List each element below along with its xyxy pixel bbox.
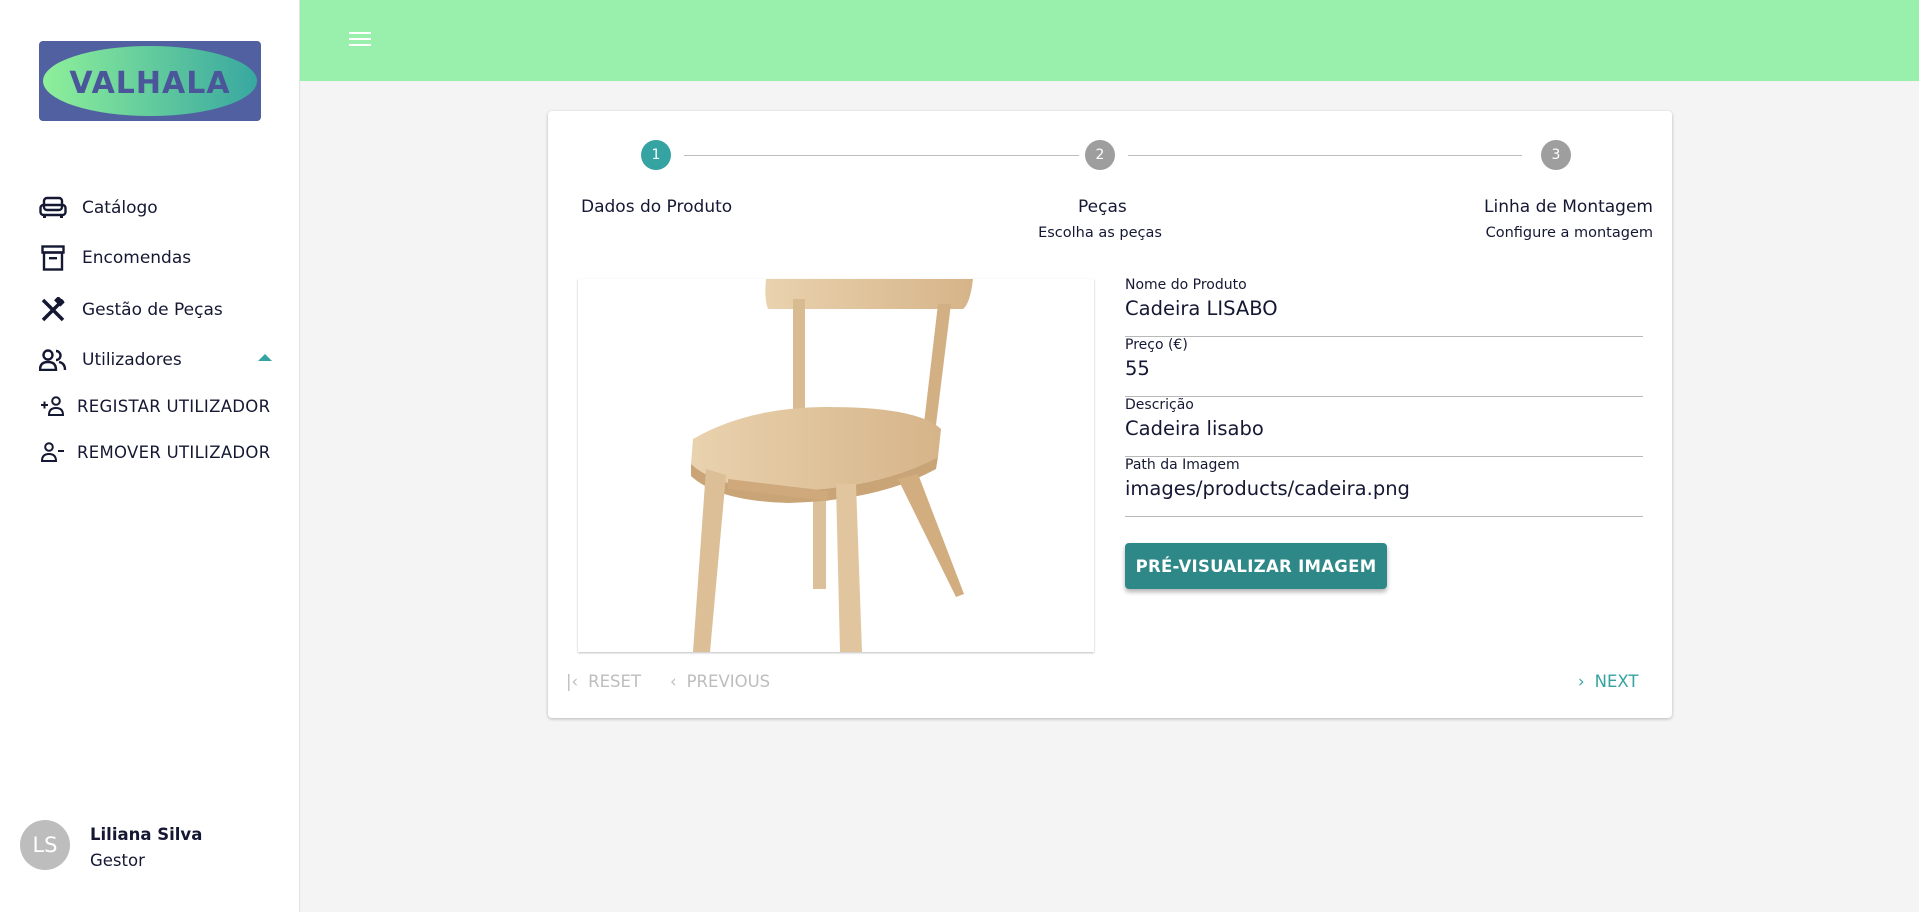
preview-image-button[interactable]: PRÉ-VISUALIZAR IMAGEM	[1125, 543, 1387, 589]
price-input[interactable]	[1125, 357, 1643, 380]
sidebar-item-utilizadores[interactable]: Utilizadores	[38, 345, 182, 375]
product-name-field[interactable]: Nome do Produto	[1125, 277, 1643, 337]
product-name-input[interactable]	[1125, 297, 1643, 320]
sidebar-item-label: Encomendas	[82, 248, 192, 268]
collapse-caret-icon[interactable]	[258, 354, 272, 361]
step-3-label: Linha de Montagem	[1484, 197, 1653, 217]
sidebar-item-label: Gestão de Peças	[82, 300, 223, 320]
sidebar-item-encomendas[interactable]: Encomendas	[38, 243, 191, 273]
user-role: Gestor	[90, 851, 145, 870]
person-add-icon	[40, 396, 70, 416]
previous-button[interactable]: ‹ PREVIOUS	[670, 672, 770, 691]
reset-label: RESET	[588, 672, 642, 691]
step-connector	[1128, 155, 1522, 156]
sidebar-item-remover-utilizador[interactable]: REMOVER UTILIZADOR	[40, 442, 270, 462]
step-3-subtitle: Configure a montagem	[1485, 225, 1653, 241]
previous-label: PREVIOUS	[686, 672, 771, 691]
reset-button[interactable]: |‹ RESET	[566, 672, 641, 691]
valhala-logo[interactable]: VALHALA	[39, 41, 261, 121]
sofa-icon	[38, 193, 68, 223]
archive-icon	[38, 243, 68, 273]
field-label: Descrição	[1125, 397, 1194, 413]
description-field[interactable]: Descrição	[1125, 397, 1643, 457]
image-path-field[interactable]: Path da Imagem	[1125, 457, 1643, 517]
sidebar-item-label: REMOVER UTILIZADOR	[77, 442, 271, 462]
step-1-label: Dados do Produto	[581, 197, 733, 217]
sidebar-item-label: REGISTAR UTILIZADOR	[77, 396, 271, 416]
sidebar-item-catalogo[interactable]: Catálogo	[38, 193, 158, 223]
step-1-indicator[interactable]: 1	[641, 140, 671, 170]
sidebar-item-label: Utilizadores	[82, 350, 182, 370]
sidebar-item-gestao-pecas[interactable]: Gestão de Peças	[38, 295, 223, 325]
svg-text:VALHALA: VALHALA	[69, 66, 230, 101]
step-3-indicator[interactable]: 3	[1541, 140, 1571, 170]
image-path-input[interactable]	[1125, 477, 1643, 500]
description-input[interactable]	[1125, 417, 1643, 440]
step-2-indicator[interactable]: 2	[1085, 140, 1115, 170]
avatar[interactable]: LS	[20, 820, 70, 870]
chevron-left-icon: ‹	[670, 672, 677, 691]
top-app-bar	[300, 0, 1919, 81]
hamburger-icon[interactable]	[349, 32, 371, 48]
field-label: Nome do Produto	[1125, 277, 1247, 293]
step-connector	[684, 155, 1079, 156]
sidebar-item-label: Catálogo	[82, 198, 158, 218]
user-name: Liliana Silva	[90, 825, 203, 844]
field-label: Path da Imagem	[1125, 457, 1240, 473]
first-page-icon: |‹	[566, 672, 579, 691]
chair-image	[691, 279, 973, 652]
step-2-label: Peças	[1078, 197, 1127, 217]
person-remove-icon	[40, 442, 70, 462]
next-label: NEXT	[1594, 672, 1639, 691]
product-image-preview	[578, 279, 1094, 652]
group-icon	[38, 345, 68, 375]
next-button[interactable]: › NEXT	[1578, 672, 1638, 691]
tools-icon	[38, 295, 68, 325]
chevron-right-icon: ›	[1578, 672, 1585, 691]
step-2-subtitle: Escolha as peças	[1038, 225, 1162, 241]
price-field[interactable]: Preço (€)	[1125, 337, 1643, 397]
sidebar-item-registar-utilizador[interactable]: REGISTAR UTILIZADOR	[40, 396, 270, 416]
sidebar: VALHALA Catálogo Encomendas Gestão de Pe…	[0, 0, 300, 912]
product-stepper-card: 1 2 3 Dados do Produto Peças Escolha as …	[548, 111, 1672, 718]
field-label: Preço (€)	[1125, 337, 1188, 353]
